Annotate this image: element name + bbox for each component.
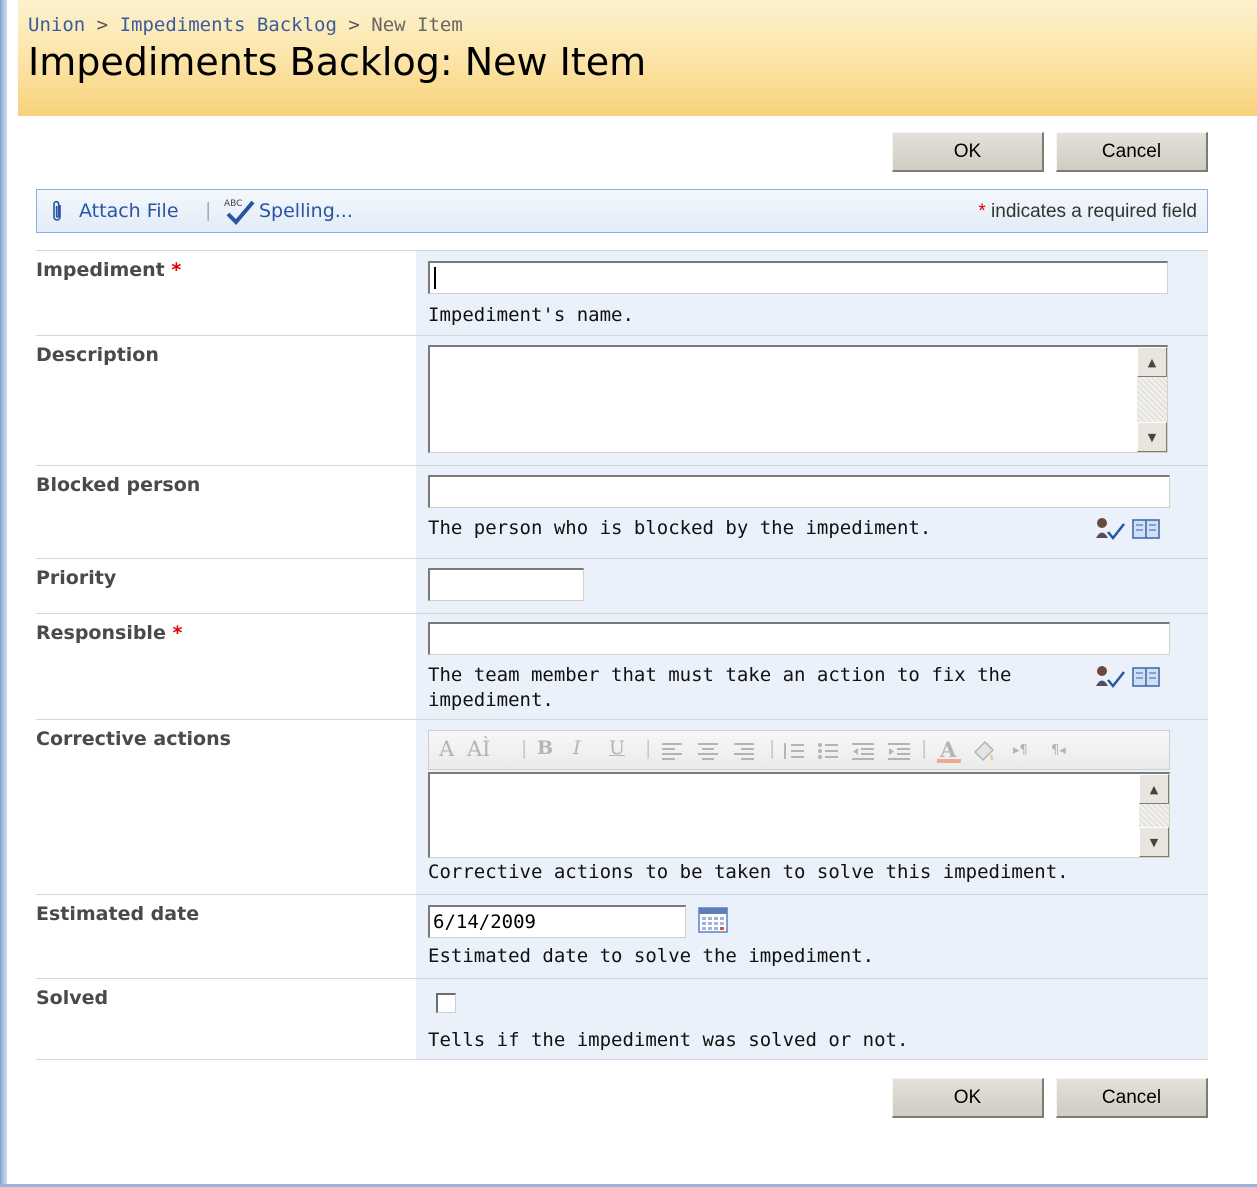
left-to-right-icon[interactable]: ▸¶ [1013, 743, 1028, 758]
text-caret [434, 267, 436, 289]
spelling-link[interactable]: Spelling... [259, 200, 353, 222]
check-names-icon[interactable] [1094, 664, 1128, 694]
field-label: Blocked person [36, 474, 201, 496]
required-star: * [171, 259, 182, 281]
scroll-down-button[interactable]: ▼ [1137, 422, 1167, 452]
responsible-label: Responsible [36, 622, 166, 644]
blocked-person-input[interactable] [428, 475, 1170, 508]
breadcrumb-impediments-backlog[interactable]: Impediments Backlog [120, 14, 337, 36]
numbered-list-icon[interactable] [783, 742, 805, 764]
required-field-note: * indicates a required field [978, 201, 1197, 223]
estimated-date-input[interactable]: 6/14/2009 [428, 905, 686, 938]
underline-button[interactable]: U [609, 737, 625, 759]
scroll-up-button[interactable]: ▲ [1137, 347, 1167, 377]
calendar-icon[interactable] [698, 906, 728, 938]
field-body: 6/14/2009 Estimated date to solve the im… [416, 895, 1208, 978]
field-label: Solved [36, 987, 109, 1009]
impediment-label: Impediment [36, 259, 165, 281]
right-to-left-icon[interactable]: ¶◂ [1051, 743, 1066, 758]
bullet-list-icon[interactable] [817, 742, 839, 764]
field-body: A AÌ | B I U | | | A ▸¶ ¶◂ ▲ ▼ Correctiv… [416, 720, 1208, 894]
scroll-down-button[interactable]: ▼ [1139, 827, 1169, 857]
field-body: The person who is blocked by the impedim… [416, 466, 1208, 558]
field-label: Responsible * [36, 622, 182, 644]
toolbar-divider: | [645, 737, 652, 759]
align-center-icon[interactable] [697, 742, 719, 764]
italic-button[interactable]: I [573, 737, 581, 759]
field-row-blocked-person: Blocked person The person who is blocked… [36, 465, 1208, 558]
address-book-icon[interactable] [1132, 518, 1160, 544]
field-row-responsible: Responsible * The team member that must … [36, 613, 1208, 719]
breadcrumb: Union > Impediments Backlog > New Item [28, 14, 463, 36]
field-label: Corrective actions [36, 728, 231, 750]
field-row-impediment: Impediment * Impediment's name. [36, 250, 1208, 335]
field-description: Tells if the impediment was solved or no… [428, 1029, 909, 1051]
field-body: Tells if the impediment was solved or no… [416, 979, 1208, 1059]
ok-button-top[interactable]: OK [892, 132, 1044, 172]
toolbar-divider: | [205, 199, 212, 221]
page-title: Impediments Backlog: New Item [28, 40, 647, 84]
required-star: * [172, 622, 183, 644]
field-row-estimated-date: Estimated date 6/14/2009 Estimated date … [36, 894, 1208, 978]
decrease-indent-icon[interactable] [851, 742, 875, 764]
ok-button-bottom[interactable]: OK [892, 1078, 1044, 1118]
window-left-border [0, 0, 7, 1187]
svg-text:ABC: ABC [224, 199, 242, 209]
field-body: The team member that must take an action… [416, 614, 1208, 719]
check-names-icon[interactable] [1094, 516, 1128, 546]
toolbar-divider: | [921, 737, 928, 759]
field-row-corrective-actions: Corrective actions A AÌ | B I U | | | A … [36, 719, 1208, 894]
field-label: Description [36, 344, 159, 366]
field-body: ▲ ▼ [416, 336, 1208, 465]
description-textarea[interactable]: ▲ ▼ [428, 345, 1168, 453]
breadcrumb-current: New Item [371, 14, 463, 36]
breadcrumb-separator: > [348, 14, 360, 36]
responsible-input[interactable] [428, 622, 1170, 655]
breadcrumb-separator: > [96, 14, 109, 36]
field-label: Estimated date [36, 903, 200, 925]
text-color-icon[interactable]: A [935, 736, 963, 768]
font-size-button[interactable]: A [439, 737, 454, 761]
field-body: Impediment's name. [416, 251, 1208, 335]
align-right-icon[interactable] [733, 742, 755, 764]
breadcrumb-union[interactable]: Union [28, 14, 85, 36]
svg-text:A: A [939, 737, 957, 762]
increase-indent-icon[interactable] [887, 742, 911, 764]
field-description-line-2: impediment. [428, 689, 554, 711]
field-row-solved: Solved Tells if the impediment was solve… [36, 978, 1208, 1060]
field-body [416, 559, 1208, 613]
rich-text-toolbar: A AÌ | B I U | | | A ▸¶ ¶◂ [428, 730, 1170, 770]
cancel-button-bottom[interactable]: Cancel [1056, 1078, 1208, 1118]
field-row-description: Description ▲ ▼ [36, 335, 1208, 465]
impediment-input[interactable] [428, 261, 1168, 294]
description-scrollbar[interactable]: ▲ ▼ [1137, 347, 1167, 452]
required-note-text: indicates a required field [991, 201, 1197, 222]
paperclip-icon [51, 200, 65, 228]
field-description: Estimated date to solve the impediment. [428, 945, 875, 967]
solved-checkbox[interactable] [436, 993, 456, 1013]
field-row-priority: Priority [36, 558, 1208, 613]
toolbar-divider: | [769, 737, 776, 759]
align-left-icon[interactable] [661, 742, 683, 764]
field-description: Corrective actions to be taken to solve … [428, 861, 1069, 883]
spellcheck-icon: ABC [223, 196, 257, 230]
required-star: * [978, 201, 986, 222]
font-grow-button[interactable]: AÌ [467, 737, 490, 761]
bold-button[interactable]: B [537, 737, 553, 759]
field-description: The person who is blocked by the impedim… [428, 517, 932, 539]
field-description: Impediment's name. [428, 304, 634, 326]
corrective-actions-scrollbar[interactable]: ▲ ▼ [1139, 774, 1169, 857]
corrective-actions-editor[interactable]: ▲ ▼ [428, 772, 1170, 858]
field-description-line-1: The team member that must take an action… [428, 664, 1012, 686]
address-book-icon[interactable] [1132, 666, 1160, 692]
highlight-color-icon[interactable] [971, 738, 999, 768]
toolbar-divider: | [521, 737, 528, 759]
priority-input[interactable] [428, 568, 584, 601]
attach-file-link[interactable]: Attach File [79, 200, 179, 222]
cancel-button-top[interactable]: Cancel [1056, 132, 1208, 172]
field-label: Impediment * [36, 259, 181, 281]
form-toolbar: Attach File | ABC Spelling... * indicate… [36, 189, 1208, 233]
scroll-up-button[interactable]: ▲ [1139, 774, 1169, 804]
field-label: Priority [36, 567, 117, 589]
